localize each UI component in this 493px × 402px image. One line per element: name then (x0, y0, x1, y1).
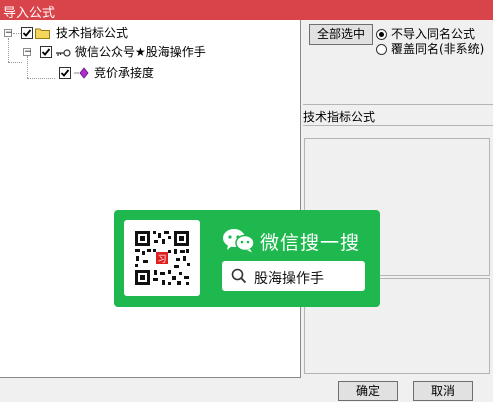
checkmark-icon (22, 29, 32, 37)
tree-node-root-checkbox[interactable] (21, 27, 33, 39)
checkmark-icon (41, 48, 51, 56)
wechat-logo-icon (222, 227, 256, 256)
tree-node-root[interactable]: − 技术指标公式 (0, 26, 200, 40)
cancel-button[interactable]: 取消 (413, 381, 473, 401)
collapse-icon[interactable]: − (23, 48, 32, 57)
tree-node-leaf[interactable]: 竞价承接度 (0, 66, 200, 80)
window-title: 导入公式 (3, 6, 56, 21)
qr-code: 习 (124, 220, 200, 296)
radio-unselected-icon[interactable] (376, 44, 387, 55)
wechat-search-text: 股海操作手 (254, 271, 324, 287)
radio-selected-icon[interactable] (376, 29, 387, 40)
tree-node-leaf-checkbox[interactable] (59, 67, 71, 79)
radio-skip-label: 不导入同名公式 (391, 27, 476, 41)
formula-tree-pane[interactable]: − 技术指标公式 − 微信公众号★股海操作手 竞价承接度 (0, 20, 301, 378)
title-bar: 导入公式 (0, 0, 493, 21)
wechat-search-box: 股海操作手 (222, 261, 365, 291)
tree-node-child[interactable]: − 微信公众号★股海操作手 (0, 45, 220, 59)
search-icon (231, 268, 247, 287)
wechat-search-banner: 习 微信搜一搜 股海操作手 (114, 210, 380, 307)
tree-node-child-label: 微信公众号★股海操作手 (75, 45, 206, 59)
tree-node-child-checkbox[interactable] (40, 46, 52, 58)
key-icon (55, 47, 71, 61)
ok-button[interactable]: 确定 (338, 381, 398, 401)
divider (303, 104, 493, 105)
select-all-button[interactable]: 全部选中 (309, 24, 373, 45)
formula-diamond-icon (74, 67, 90, 82)
qr-badge-char: 习 (157, 254, 166, 265)
detail-section-label: 技术指标公式 (303, 110, 376, 124)
divider (303, 125, 493, 126)
radio-overwrite-duplicates[interactable]: 覆盖同名(非系统) (376, 42, 484, 56)
folder-icon (35, 27, 50, 42)
radio-overwrite-label: 覆盖同名(非系统) (391, 42, 485, 56)
checkmark-icon (60, 69, 70, 77)
collapse-icon[interactable]: − (4, 29, 13, 38)
radio-skip-duplicates[interactable]: 不导入同名公式 (376, 27, 475, 41)
tree-node-leaf-label: 竞价承接度 (94, 66, 155, 80)
tree-node-root-label: 技术指标公式 (56, 26, 129, 40)
wechat-search-title: 微信搜一搜 (260, 232, 361, 254)
tree-connector (8, 62, 22, 63)
